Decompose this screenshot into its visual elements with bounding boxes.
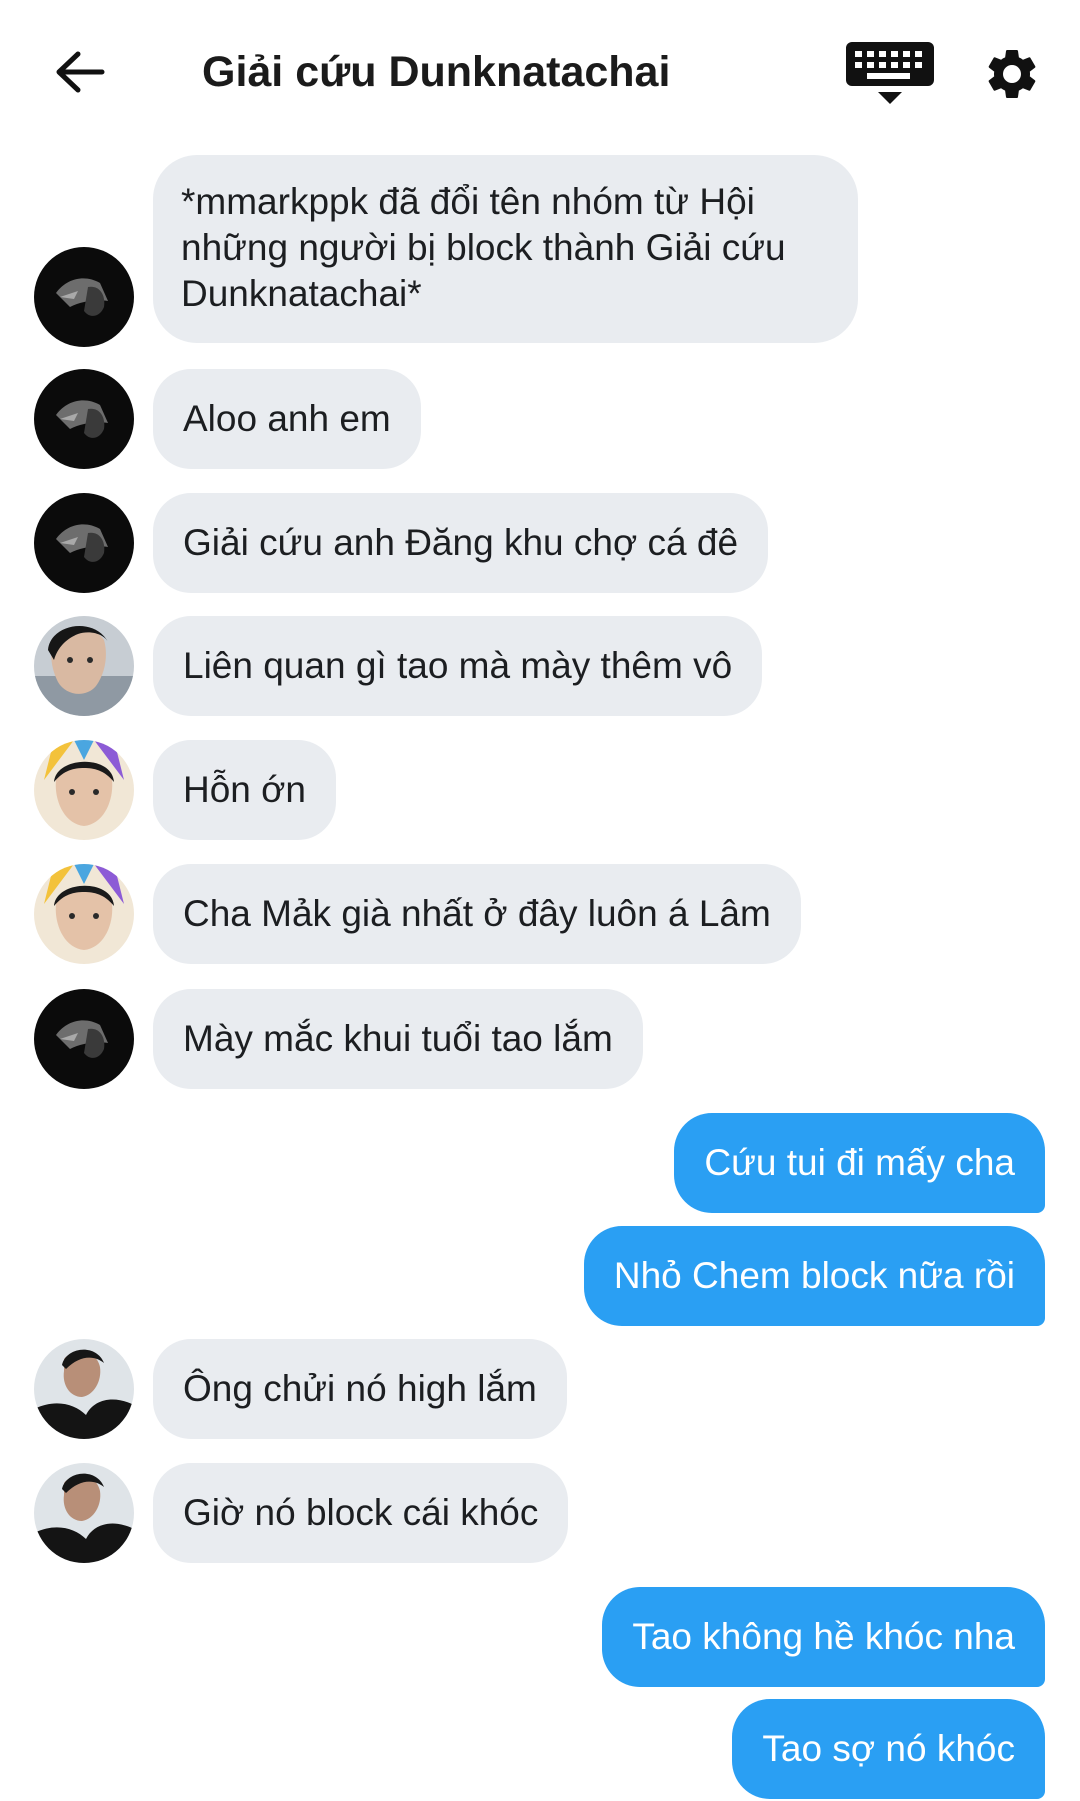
settings-button[interactable] bbox=[982, 44, 1042, 104]
keyboard-button[interactable] bbox=[844, 42, 936, 108]
message-bubble-outgoing[interactable]: Cứu tui đi mấy cha bbox=[674, 1113, 1045, 1213]
message-bubble-incoming[interactable]: Giải cứu anh Đăng khu chợ cá đê bbox=[153, 493, 769, 593]
gear-icon bbox=[988, 49, 1036, 98]
back-button[interactable] bbox=[48, 40, 112, 104]
message-bubble-incoming[interactable]: *mmarkppk đã đổi tên nhóm từ Hội những n… bbox=[153, 155, 858, 343]
avatar-image bbox=[34, 864, 134, 964]
avatar-image bbox=[34, 740, 134, 840]
avatar-image bbox=[34, 989, 134, 1089]
message-bubble-outgoing[interactable]: Nhỏ Chem block nữa rồi bbox=[583, 1226, 1045, 1326]
message-bubble-outgoing[interactable]: Tao không hề khóc nha bbox=[602, 1587, 1045, 1687]
avatar-image bbox=[34, 1463, 134, 1563]
avatar-image bbox=[34, 616, 134, 716]
chat-header: Giải cứu Dunknatachai bbox=[0, 0, 1080, 140]
avatar-image bbox=[34, 493, 134, 593]
message-bubble-incoming[interactable]: Ông chửi nó high lắm bbox=[153, 1339, 567, 1439]
avatar[interactable] bbox=[34, 369, 134, 469]
avatar-image bbox=[34, 369, 134, 469]
avatar[interactable] bbox=[34, 493, 134, 593]
message-bubble-incoming[interactable]: Aloo anh em bbox=[153, 369, 421, 469]
avatar[interactable] bbox=[34, 1339, 134, 1439]
avatar-image bbox=[34, 1339, 134, 1439]
avatar[interactable] bbox=[34, 1463, 134, 1563]
avatar[interactable] bbox=[34, 247, 134, 347]
avatar[interactable] bbox=[34, 616, 134, 716]
arrow-left-icon bbox=[56, 51, 105, 93]
message-bubble-incoming[interactable]: Cha Mảk già nhất ở đây luôn á Lâm bbox=[153, 864, 801, 964]
message-bubble-outgoing[interactable]: Tao sợ nó khóc bbox=[732, 1699, 1045, 1799]
avatar[interactable] bbox=[34, 740, 134, 840]
message-bubble-incoming[interactable]: Hỗn ớn bbox=[153, 740, 336, 840]
chat-title: Giải cứu Dunknatachai bbox=[202, 48, 671, 96]
avatar-image bbox=[34, 247, 134, 347]
message-bubble-incoming[interactable]: Liên quan gì tao mà mày thêm vô bbox=[153, 616, 763, 716]
keyboard-icon bbox=[846, 42, 934, 104]
message-bubble-incoming[interactable]: Giờ nó block cái khóc bbox=[153, 1463, 569, 1563]
message-bubble-incoming[interactable]: Mày mắc khui tuổi tao lắm bbox=[153, 989, 643, 1089]
avatar[interactable] bbox=[34, 864, 134, 964]
avatar[interactable] bbox=[34, 989, 134, 1089]
